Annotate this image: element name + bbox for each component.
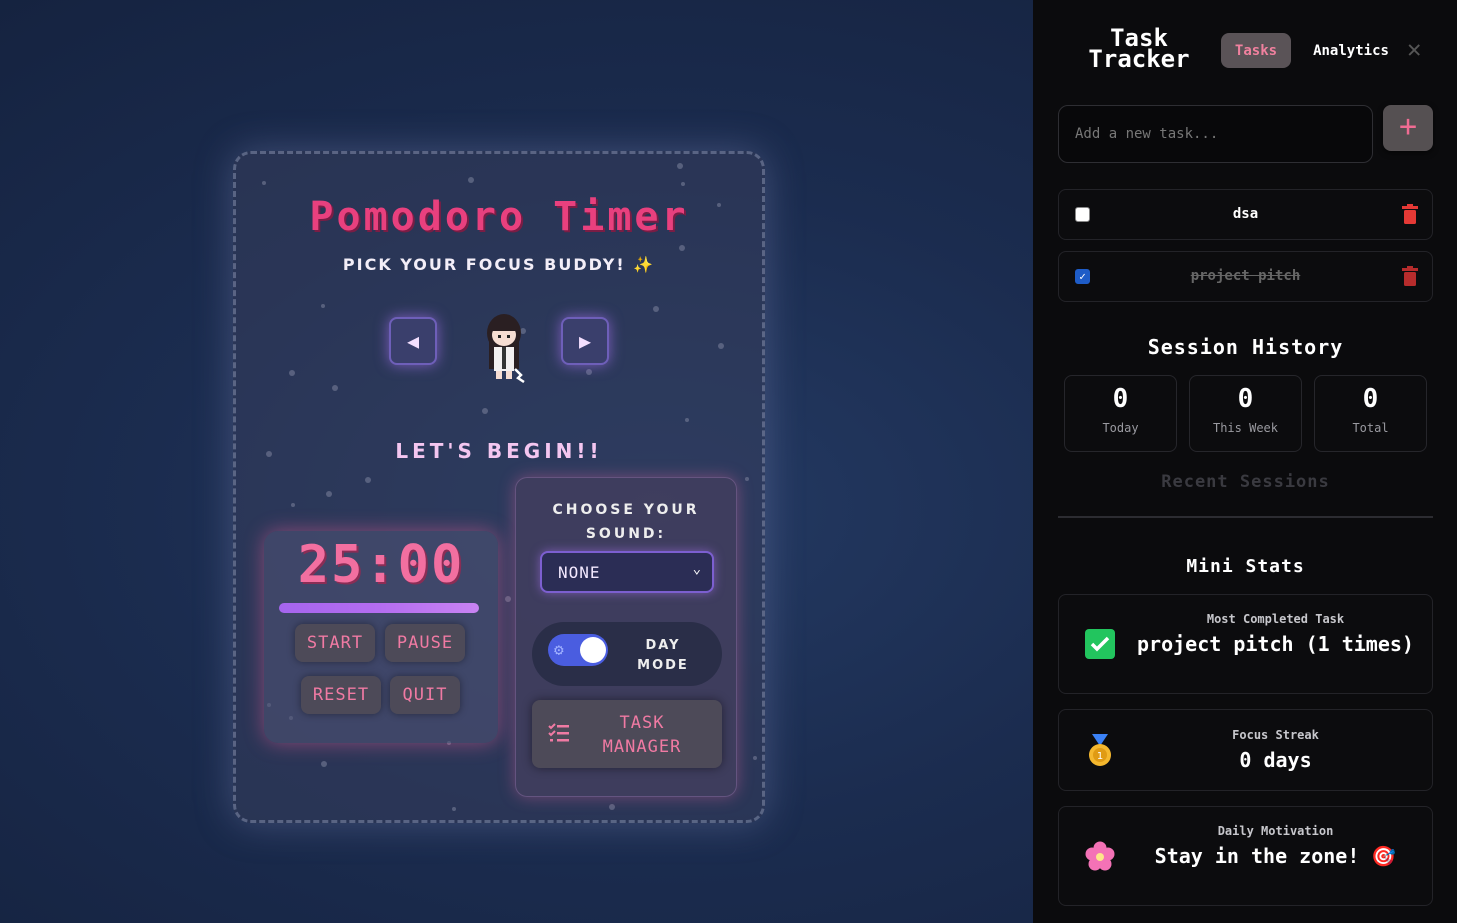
- stat-label: This Week: [1212, 421, 1279, 435]
- svg-text:1: 1: [1097, 751, 1103, 762]
- sound-title: CHOOSE YOUR SOUND:: [552, 502, 700, 542]
- sound-selected-value: NONE: [558, 562, 601, 582]
- close-icon[interactable]: ✕: [1407, 35, 1421, 63]
- task-tracker-panel: Task Tracker Tasks Analytics ✕ Add a new…: [1033, 0, 1457, 923]
- tab-analytics[interactable]: Analytics: [1307, 33, 1395, 68]
- divider: [1058, 516, 1433, 518]
- task-checkbox[interactable]: [1075, 207, 1090, 222]
- timer-display: 25:00: [297, 535, 465, 595]
- sound-panel: CHOOSE YOUR SOUND: NONE ⌄ ⚙ DAY MODE TAS…: [515, 477, 737, 797]
- task-tracker-title: Task Tracker: [1088, 24, 1190, 73]
- mini-stat-value: 0 days: [1239, 748, 1312, 772]
- stat-value: 0: [1237, 384, 1254, 414]
- mini-stat-label: Most Completed Task: [1206, 612, 1345, 626]
- reset-button[interactable]: RESET: [301, 676, 381, 714]
- right-arrow-icon: ▶: [578, 329, 592, 353]
- quit-button[interactable]: QUIT: [390, 676, 460, 714]
- trash-icon[interactable]: [1402, 204, 1418, 224]
- most-completed-card: Most Completed Task project pitch (1 tim…: [1058, 594, 1433, 694]
- recent-sessions-title: Recent Sessions: [1161, 472, 1330, 492]
- stat-value: 0: [1112, 384, 1129, 414]
- focus-buddy-subtitle: PICK YOUR FOCUS BUDDY! ✨: [342, 255, 656, 274]
- stat-this-week: 0 This Week: [1189, 375, 1302, 452]
- new-task-placeholder: Add a new task...: [1075, 126, 1219, 142]
- gear-icon: ⚙: [554, 640, 564, 659]
- mini-stat-label: Daily Motivation: [1217, 824, 1334, 838]
- task-checkbox-checked[interactable]: ✓: [1075, 269, 1090, 284]
- timer-panel: 25:00 START PAUSE RESET QUIT: [264, 531, 498, 743]
- day-mode-toggle[interactable]: ⚙: [548, 634, 608, 666]
- left-arrow-icon: ◀: [406, 329, 420, 353]
- daily-motivation-card: Daily Motivation Stay in the zone! 🎯: [1058, 806, 1433, 906]
- task-manager-label: TASK MANAGER: [602, 713, 682, 757]
- prev-buddy-button[interactable]: ◀: [389, 317, 437, 365]
- new-task-input[interactable]: Add a new task...: [1058, 105, 1373, 163]
- status-message: LET'S BEGIN!!: [395, 439, 603, 463]
- start-button[interactable]: START: [295, 624, 375, 662]
- check-mark-icon: [1085, 629, 1115, 666]
- medal-icon: 1: [1085, 734, 1115, 775]
- task-row: ✓ project pitch: [1058, 251, 1433, 302]
- add-task-button[interactable]: +: [1383, 105, 1433, 151]
- session-history-title: Session History: [1147, 335, 1344, 359]
- trash-icon[interactable]: [1402, 266, 1418, 286]
- flower-icon: [1085, 841, 1115, 878]
- focus-streak-card: 1 Focus Streak 0 days: [1058, 709, 1433, 791]
- day-mode-label: DAY MODE: [637, 638, 689, 673]
- mini-stat-value: Stay in the zone! 🎯: [1154, 844, 1397, 868]
- pause-button[interactable]: PAUSE: [385, 624, 465, 662]
- stat-value: 0: [1362, 384, 1379, 414]
- checklist-icon: [548, 723, 569, 742]
- stat-label: Today: [1102, 421, 1139, 435]
- focus-buddy-avatar[interactable]: [479, 311, 529, 383]
- task-row: dsa: [1058, 189, 1433, 240]
- task-name: project pitch: [1190, 268, 1301, 284]
- timer-progress-bar: [279, 603, 479, 613]
- pomodoro-card: Pomodoro Timer PICK YOUR FOCUS BUDDY! ✨ …: [233, 151, 765, 823]
- stat-label: Total: [1352, 421, 1389, 435]
- task-manager-button[interactable]: TASK MANAGER: [532, 700, 722, 768]
- mini-stat-label: Focus Streak: [1232, 728, 1319, 742]
- toggle-knob: [580, 637, 606, 663]
- next-buddy-button[interactable]: ▶: [561, 317, 609, 365]
- sound-select[interactable]: NONE ⌄: [540, 551, 714, 593]
- pomodoro-title: Pomodoro Timer: [309, 194, 689, 240]
- tab-tasks[interactable]: Tasks: [1221, 33, 1291, 68]
- day-mode-control: ⚙ DAY MODE: [532, 622, 722, 686]
- stat-today: 0 Today: [1064, 375, 1177, 452]
- mini-stat-value: project pitch (1 times): [1137, 632, 1414, 656]
- mini-stats-title: Mini Stats: [1186, 556, 1305, 577]
- task-name: dsa: [1232, 206, 1259, 222]
- chevron-down-icon: ⌄: [692, 561, 702, 577]
- stat-total: 0 Total: [1314, 375, 1427, 452]
